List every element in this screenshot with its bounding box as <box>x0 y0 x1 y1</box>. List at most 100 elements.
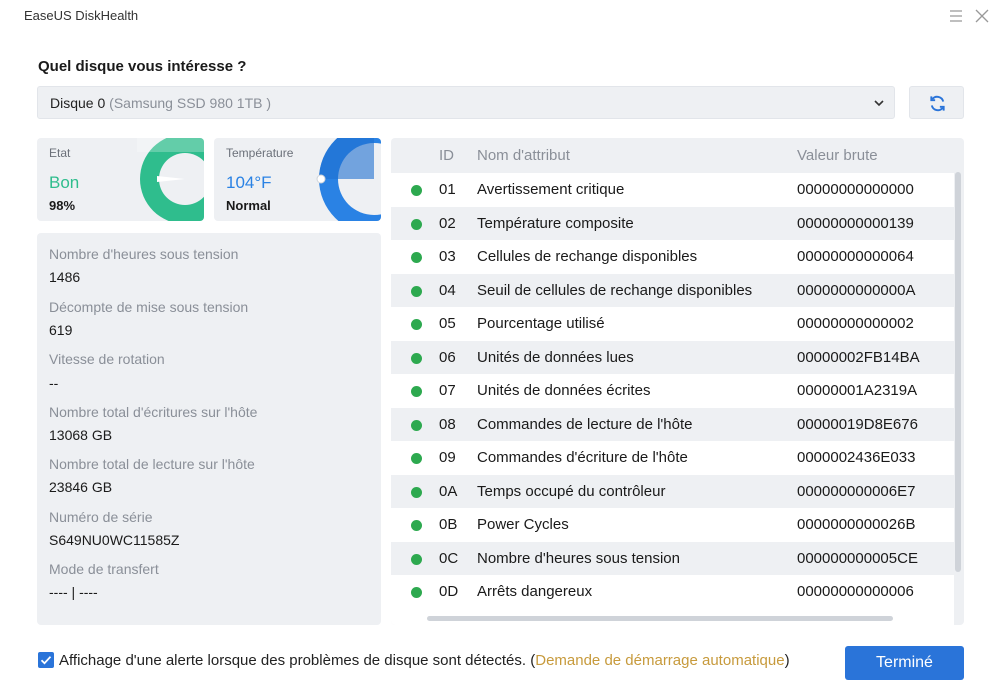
chevron-down-icon <box>872 96 886 110</box>
info-label: Vitesse de rotation <box>49 351 165 367</box>
alert-text-suffix: ) <box>784 652 790 669</box>
attribute-name: Unités de données écrites <box>477 382 651 399</box>
table-row[interactable]: 06 Unités de données lues 00000002FB14BA <box>391 340 954 374</box>
table-row[interactable]: 0B Power Cycles 0000000000026B <box>391 508 954 542</box>
attribute-raw-value: 00000000000064 <box>797 248 914 265</box>
disk-info-panel: Nombre d'heures sous tension 1486 Décomp… <box>37 233 381 625</box>
info-value: 619 <box>49 322 73 338</box>
temperature-gauge <box>316 138 381 221</box>
table-row[interactable]: 05 Pourcentage utilisé 00000000000002 <box>391 307 954 341</box>
done-button[interactable]: Terminé <box>845 646 964 680</box>
info-label: Numéro de série <box>49 509 153 525</box>
disk-question: Quel disque vous intéresse ? <box>38 58 247 75</box>
close-icon[interactable] <box>972 6 992 26</box>
vertical-scrollbar-thumb[interactable] <box>955 172 961 572</box>
attribute-id: 01 <box>439 181 456 198</box>
attribute-raw-value: 0000000000000A <box>797 281 916 299</box>
temperature-title: Température <box>226 146 294 160</box>
attribute-id: 0C <box>439 549 459 567</box>
refresh-button[interactable] <box>909 86 964 119</box>
status-dot-icon <box>411 185 422 196</box>
alert-option-label: Affichage d'une alerte lorsque des probl… <box>59 650 819 672</box>
info-label: Nombre total d'écritures sur l'hôte <box>49 404 258 420</box>
attribute-name: Commandes d'écriture de l'hôte <box>477 449 688 466</box>
attribute-name: Cellules de rechange disponibles <box>477 248 698 265</box>
attribute-name: Température composite <box>477 214 634 232</box>
column-header-id[interactable]: ID <box>439 147 454 164</box>
info-label: Nombre d'heures sous tension <box>49 246 239 262</box>
table-row[interactable]: 07 Unités de données écrites 00000001A2319… <box>391 374 954 408</box>
disk-model-text: Samsung SSD 980 1TB <box>113 95 263 111</box>
attribute-raw-value: 00000001A2319A <box>797 382 918 399</box>
disk-name: Disque 0 <box>50 95 106 111</box>
status-dot-icon <box>411 386 422 397</box>
attribute-id: 06 <box>439 348 456 366</box>
temperature-status: Normal <box>226 198 271 213</box>
attribute-id: 0D <box>439 583 459 600</box>
info-label: Nombre total de lecture sur l'hôte <box>49 456 255 472</box>
disk-select[interactable]: Disque 0 (Samsung SSD 980 1TB ) <box>37 86 895 119</box>
vertical-scrollbar[interactable] <box>955 172 961 604</box>
status-dot-icon <box>411 285 422 297</box>
state-card: Etat Bon 98% <box>37 138 204 221</box>
state-value: Bon <box>49 173 80 192</box>
attribute-raw-value: 0000000000026B <box>797 516 916 533</box>
info-value: S649NU0WC11585Z <box>49 532 180 548</box>
table-row[interactable]: 02 Température composite 00000000000139 <box>391 206 954 240</box>
attribute-name: Seuil de cellules de rechange disponible… <box>477 281 753 299</box>
status-dot-icon <box>411 520 422 531</box>
alert-text: Affichage d'une alerte lorsque des probl… <box>59 652 536 669</box>
attribute-raw-value: 00000000000006 <box>797 583 914 600</box>
title-bar: EaseUS DiskHealth <box>0 0 1000 34</box>
column-header-name[interactable]: Nom d'attribut <box>477 147 570 164</box>
table-row[interactable]: 0D Arrêts dangereux 00000000000006 <box>391 575 954 609</box>
attribute-name: Arrêts dangereux <box>477 583 593 600</box>
table-row[interactable]: 08 Commandes de lecture de l'hôte 00000019… <box>391 407 954 441</box>
horizontal-scrollbar[interactable] <box>427 616 893 621</box>
attribute-name: Nombre d'heures sous tension <box>477 549 680 567</box>
disk-model-close: ) <box>266 95 272 111</box>
attribute-id: 02 <box>439 214 456 232</box>
app-title: EaseUS DiskHealth <box>24 8 139 23</box>
attribute-name: Unités de données lues <box>477 348 634 366</box>
info-value: 23846 GB <box>49 479 113 495</box>
table-row[interactable]: 04 Seuil de cellules de rechange disponib… <box>391 273 954 307</box>
table-row[interactable]: 03 Cellules de rechange disponibles 000000… <box>391 240 954 274</box>
status-dot-icon <box>411 453 422 464</box>
menu-icon[interactable] <box>946 6 966 26</box>
column-header-raw[interactable]: Valeur brute <box>797 147 878 164</box>
attribute-raw-value: 0000002436E033 <box>797 449 916 466</box>
attribute-raw-value: 00000000000002 <box>797 315 914 332</box>
disk-select-value: Disque 0 (Samsung SSD 980 1TB ) <box>50 95 271 111</box>
attribute-name: Temps occupé du contrôleur <box>477 482 666 500</box>
attribute-name: Avertissement critique <box>477 181 625 198</box>
attribute-id: 0B <box>439 516 458 533</box>
attribute-raw-value: 00000002FB14BA <box>797 348 920 366</box>
refresh-icon <box>930 95 945 112</box>
attribute-raw-value: 00000000000000 <box>797 181 914 198</box>
status-dot-icon <box>411 486 422 498</box>
info-value: -- <box>49 375 59 391</box>
info-value: 1486 <box>49 269 81 285</box>
table-row[interactable]: 01 Avertissement critique 00000000000000 <box>391 173 954 207</box>
check-icon <box>40 656 52 665</box>
info-value: ---- | ---- <box>49 584 98 600</box>
info-label: Décompte de mise sous tension <box>49 299 249 315</box>
disk-model: (Samsung SSD 980 1TB ) <box>109 95 271 111</box>
state-title: Etat <box>49 146 71 160</box>
attribute-raw-value: 000000000005CE <box>797 549 918 567</box>
table-row[interactable]: 0C Nombre d'heures sous tension 0000000000… <box>391 541 954 575</box>
attribute-raw-value: 00000000000139 <box>797 214 914 232</box>
info-label: Mode de transfert <box>49 561 159 577</box>
table-row[interactable]: 0A Temps occupé du contrôleur 000000000006… <box>391 474 954 508</box>
attribute-id: 09 <box>439 449 456 466</box>
status-dot-icon <box>411 419 422 431</box>
alert-checkbox[interactable] <box>38 652 54 668</box>
attribute-id: 05 <box>439 315 456 332</box>
autostart-link[interactable]: Demande de démarrage automatique <box>535 652 784 669</box>
attribute-id: 03 <box>439 248 456 265</box>
table-row[interactable]: 09 Commandes d'écriture de l'hôte 00000024… <box>391 441 954 475</box>
status-dot-icon <box>411 587 422 598</box>
attribute-name: Power Cycles <box>477 516 569 533</box>
state-percent: 98% <box>49 198 76 213</box>
